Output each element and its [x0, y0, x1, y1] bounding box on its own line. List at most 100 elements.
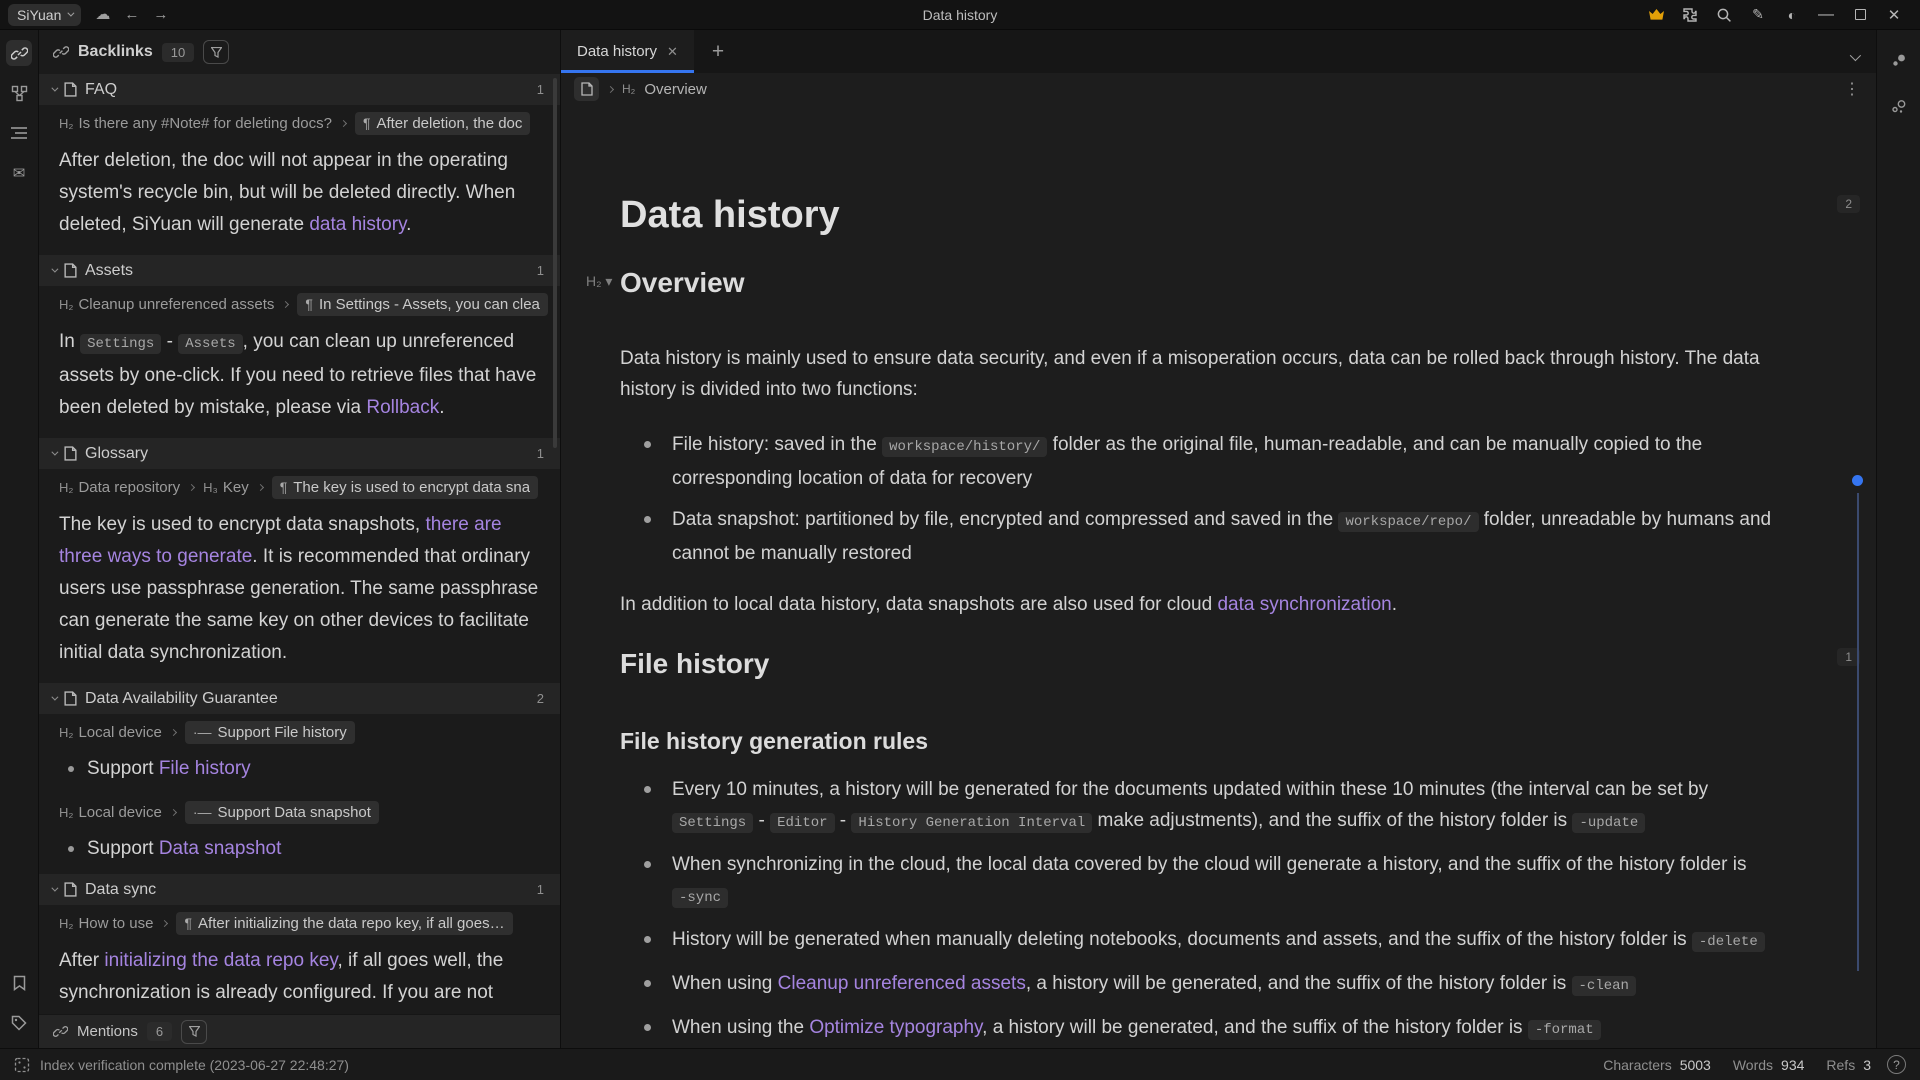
editor[interactable]: Data history2H₂ ▾OverviewData history is… — [561, 105, 1876, 1048]
backlink-doc-header[interactable]: Data Availability Guarantee2 — [39, 683, 560, 714]
chevron-down-icon[interactable] — [51, 85, 58, 92]
page-title[interactable]: Data history — [620, 191, 1776, 239]
backlink-breadcrumb[interactable]: H₂Is there any #Note# for deleting docs?… — [39, 107, 560, 139]
heading-tag: H₂ — [59, 116, 73, 131]
bookmark-dock-icon[interactable] — [6, 970, 32, 996]
chevron-down-icon[interactable] — [51, 449, 58, 456]
backlink-count-badge[interactable]: 2 — [1837, 195, 1860, 213]
breadcrumb-current-chip[interactable]: ·—Support Data snapshot — [185, 801, 379, 824]
plugin-icon[interactable] — [1678, 4, 1702, 26]
heading-gutter[interactable]: H₂ ▾ — [586, 273, 612, 290]
backlink-doc-name: Data sync — [85, 881, 156, 899]
search-icon[interactable] — [1712, 4, 1736, 26]
title-bar: Data history SiYuan ☁ ← → ✎ ◐ — ✕ — [0, 0, 1920, 30]
mentions-bar[interactable]: Mentions 6 — [39, 1014, 560, 1048]
backlink-breadcrumb[interactable]: H₂Local device·—Support Data snapshot — [39, 796, 560, 828]
heading2-block[interactable]: File history1 — [620, 644, 1776, 684]
back-icon[interactable]: ← — [124, 7, 139, 22]
backlink-doc-header[interactable]: Data sync1 — [39, 874, 560, 905]
backlink-doc-section: FAQ1H₂Is there any #Note# for deleting d… — [39, 74, 560, 255]
backlink-breadcrumb[interactable]: H₂How to use¶After initializing the data… — [39, 907, 560, 939]
outline-dock-icon[interactable] — [6, 120, 32, 146]
paragraph-icon: ¶ — [280, 479, 288, 495]
minimize-button[interactable]: — — [1814, 4, 1838, 26]
backlinks-dock-icon[interactable] — [6, 40, 32, 66]
cloud-icon[interactable]: ☁ — [95, 7, 110, 22]
new-tab-button[interactable]: + — [700, 31, 736, 73]
mentions-filter-button[interactable] — [181, 1020, 207, 1044]
ref-link[interactable]: data synchronization — [1217, 594, 1391, 615]
theme-icon[interactable]: ◐ — [1780, 4, 1804, 26]
list-item[interactable]: When using the Optimize typography, a hi… — [620, 1012, 1776, 1046]
global-graph-dock-icon[interactable] — [1886, 94, 1912, 120]
ref-link[interactable]: Rollback — [366, 397, 439, 418]
breadcrumb-heading-text[interactable]: Overview — [644, 81, 707, 98]
graph-dock-icon[interactable] — [6, 80, 32, 106]
tab-bar: Data history ✕ + — [561, 30, 1876, 73]
backlink-graph-dock-icon[interactable] — [1886, 48, 1912, 74]
backlink-excerpt[interactable]: After deletion, the doc will not appear … — [39, 139, 560, 255]
list-item[interactable]: When using Cleanup unreferenced assets, … — [620, 968, 1776, 1002]
breadcrumb-current-chip[interactable]: ¶ The key is used to encrypt data sna — [272, 476, 538, 499]
ref-link[interactable]: initializing the data repo key — [104, 950, 337, 971]
scroll-position-dot[interactable] — [1852, 475, 1863, 486]
list-item[interactable]: When synchronizing in the cloud, the loc… — [620, 849, 1776, 914]
backlinks-filter-button[interactable] — [203, 40, 229, 64]
paragraph[interactable]: Data history is mainly used to ensure da… — [620, 343, 1776, 405]
heading2[interactable]: Overview — [620, 263, 1776, 303]
refs-count: 3 — [1863, 1057, 1871, 1073]
breadcrumb-current-chip[interactable]: ¶After deletion, the doc — [355, 112, 530, 135]
tag-dock-icon[interactable] — [6, 1010, 32, 1036]
backlink-doc-header[interactable]: FAQ1 — [39, 74, 560, 105]
backlink-list-item[interactable]: Support Data snapshot — [39, 828, 560, 874]
list-item[interactable]: History will be generated when manually … — [620, 924, 1776, 958]
backlink-breadcrumb[interactable]: H₂Data repositoryH₃Key¶The key is used t… — [39, 471, 560, 503]
tab-data-history[interactable]: Data history ✕ — [561, 30, 694, 73]
tab-list-chevron-icon[interactable] — [1850, 50, 1861, 61]
breadcrumb-current-chip[interactable]: ¶After initializing the data repo key, i… — [176, 912, 512, 935]
inbox-dock-icon[interactable]: ✉ — [6, 160, 32, 186]
panel-scrollbar[interactable] — [553, 78, 557, 448]
paragraph[interactable]: In addition to local data history, data … — [620, 589, 1776, 620]
backlink-doc-header[interactable]: Assets1 — [39, 255, 560, 286]
heading2-block[interactable]: H₂ ▾Overview — [620, 263, 1776, 303]
close-button[interactable]: ✕ — [1882, 4, 1906, 26]
backlink-doc-header[interactable]: Glossary1 — [39, 438, 560, 469]
heading2[interactable]: File history — [620, 644, 1776, 684]
ref-link[interactable]: data history — [309, 214, 406, 235]
list-item[interactable]: File history: saved in the workspace/his… — [620, 429, 1776, 494]
subscription-crown-icon[interactable] — [1644, 4, 1668, 26]
backlink-breadcrumb[interactable]: H₂Local device·—Support File history — [39, 716, 560, 748]
maximize-button[interactable] — [1848, 4, 1872, 26]
ref-link[interactable]: Optimize typography — [809, 1017, 982, 1038]
backlink-excerpt[interactable]: The key is used to encrypt data snapshot… — [39, 503, 560, 683]
ref-link[interactable]: File history — [159, 758, 251, 779]
ref-link[interactable]: Data snapshot — [159, 838, 282, 859]
workspace-menu-button[interactable]: SiYuan — [8, 4, 81, 26]
more-icon[interactable]: ⋮ — [1844, 79, 1860, 99]
doc-title-block[interactable]: Data history2 — [620, 191, 1776, 239]
editor-scrollbar[interactable] — [1857, 493, 1859, 971]
chevron-down-icon[interactable] — [51, 266, 58, 273]
ref-link[interactable]: there are three ways to generate — [59, 514, 502, 567]
ref-link[interactable]: Cleanup unreferenced assets — [778, 973, 1026, 994]
chevron-down-icon[interactable] — [51, 885, 58, 892]
chevron-down-icon[interactable] — [51, 694, 58, 701]
doc-icon[interactable] — [574, 77, 599, 101]
backlink-excerpt[interactable]: After initializing the data repo key, if… — [39, 939, 560, 1014]
backlink-excerpt[interactable]: In Settings - Assets, you can clean up u… — [39, 320, 560, 438]
backlink-list-item[interactable]: Support File history — [39, 748, 560, 794]
breadcrumb-text: The key is used to encrypt data sna — [293, 479, 530, 496]
edit-pencil-icon[interactable]: ✎ — [1746, 4, 1770, 26]
words-count: 934 — [1781, 1057, 1804, 1073]
tab-close-icon[interactable]: ✕ — [667, 44, 678, 60]
backlink-breadcrumb[interactable]: H₂Cleanup unreferenced assets¶In Setting… — [39, 288, 560, 320]
forward-icon[interactable]: → — [153, 7, 168, 22]
backlink-doc-count: 1 — [537, 82, 544, 97]
list-item[interactable]: Data snapshot: partitioned by file, encr… — [620, 504, 1776, 569]
breadcrumb-current-chip[interactable]: ¶In Settings - Assets, you can clea — [297, 293, 547, 316]
list-item[interactable]: Every 10 minutes, a history will be gene… — [620, 774, 1776, 839]
breadcrumb-current-chip[interactable]: ·—Support File history — [185, 721, 355, 744]
help-icon[interactable]: ? — [1887, 1055, 1906, 1074]
heading3[interactable]: File history generation rules — [620, 724, 1776, 758]
